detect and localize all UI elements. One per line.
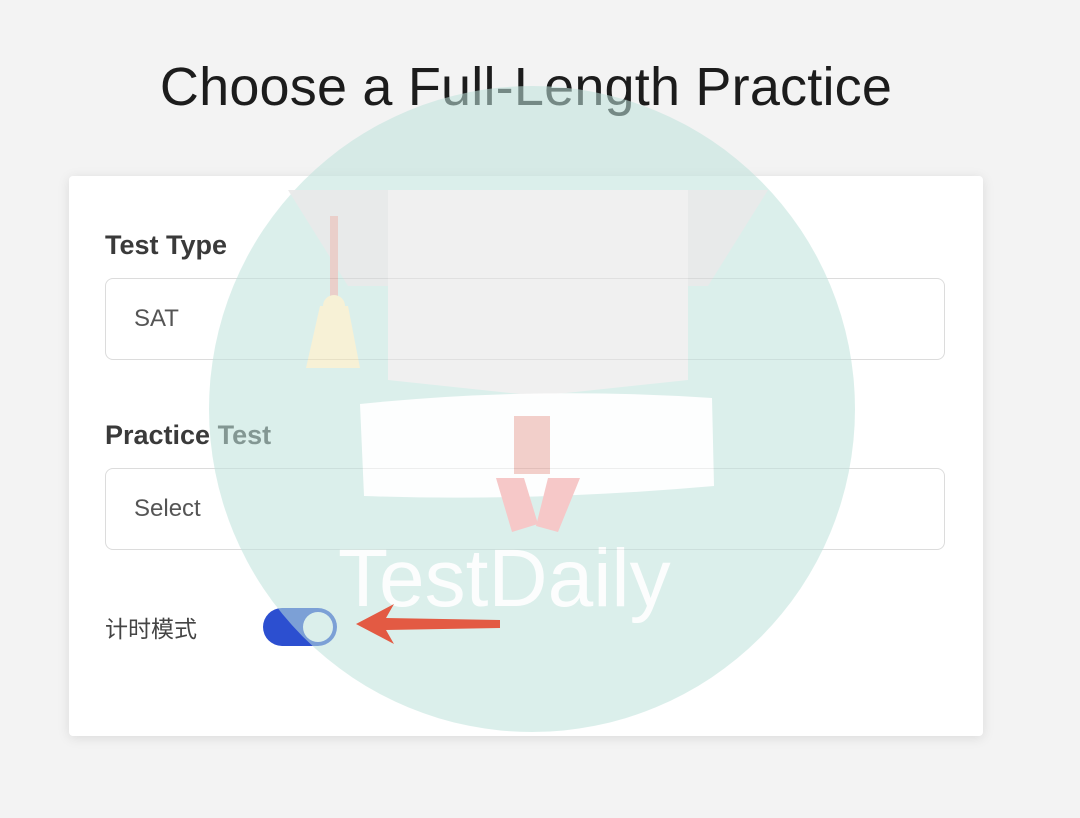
timer-mode-toggle[interactable] xyxy=(263,608,337,646)
timer-mode-label: 计时模式 xyxy=(105,617,197,643)
test-type-select[interactable]: SAT xyxy=(105,278,945,360)
toggle-knob xyxy=(303,612,333,642)
test-type-label: Test Type xyxy=(105,230,228,260)
practice-test-label: Practice Test xyxy=(105,420,272,450)
practice-form-card: Test Type SAT Practice Test Select 计时模式 xyxy=(69,176,983,736)
page-title: Choose a Full-Length Practice xyxy=(159,57,893,117)
practice-test-select[interactable]: Select xyxy=(105,468,945,550)
